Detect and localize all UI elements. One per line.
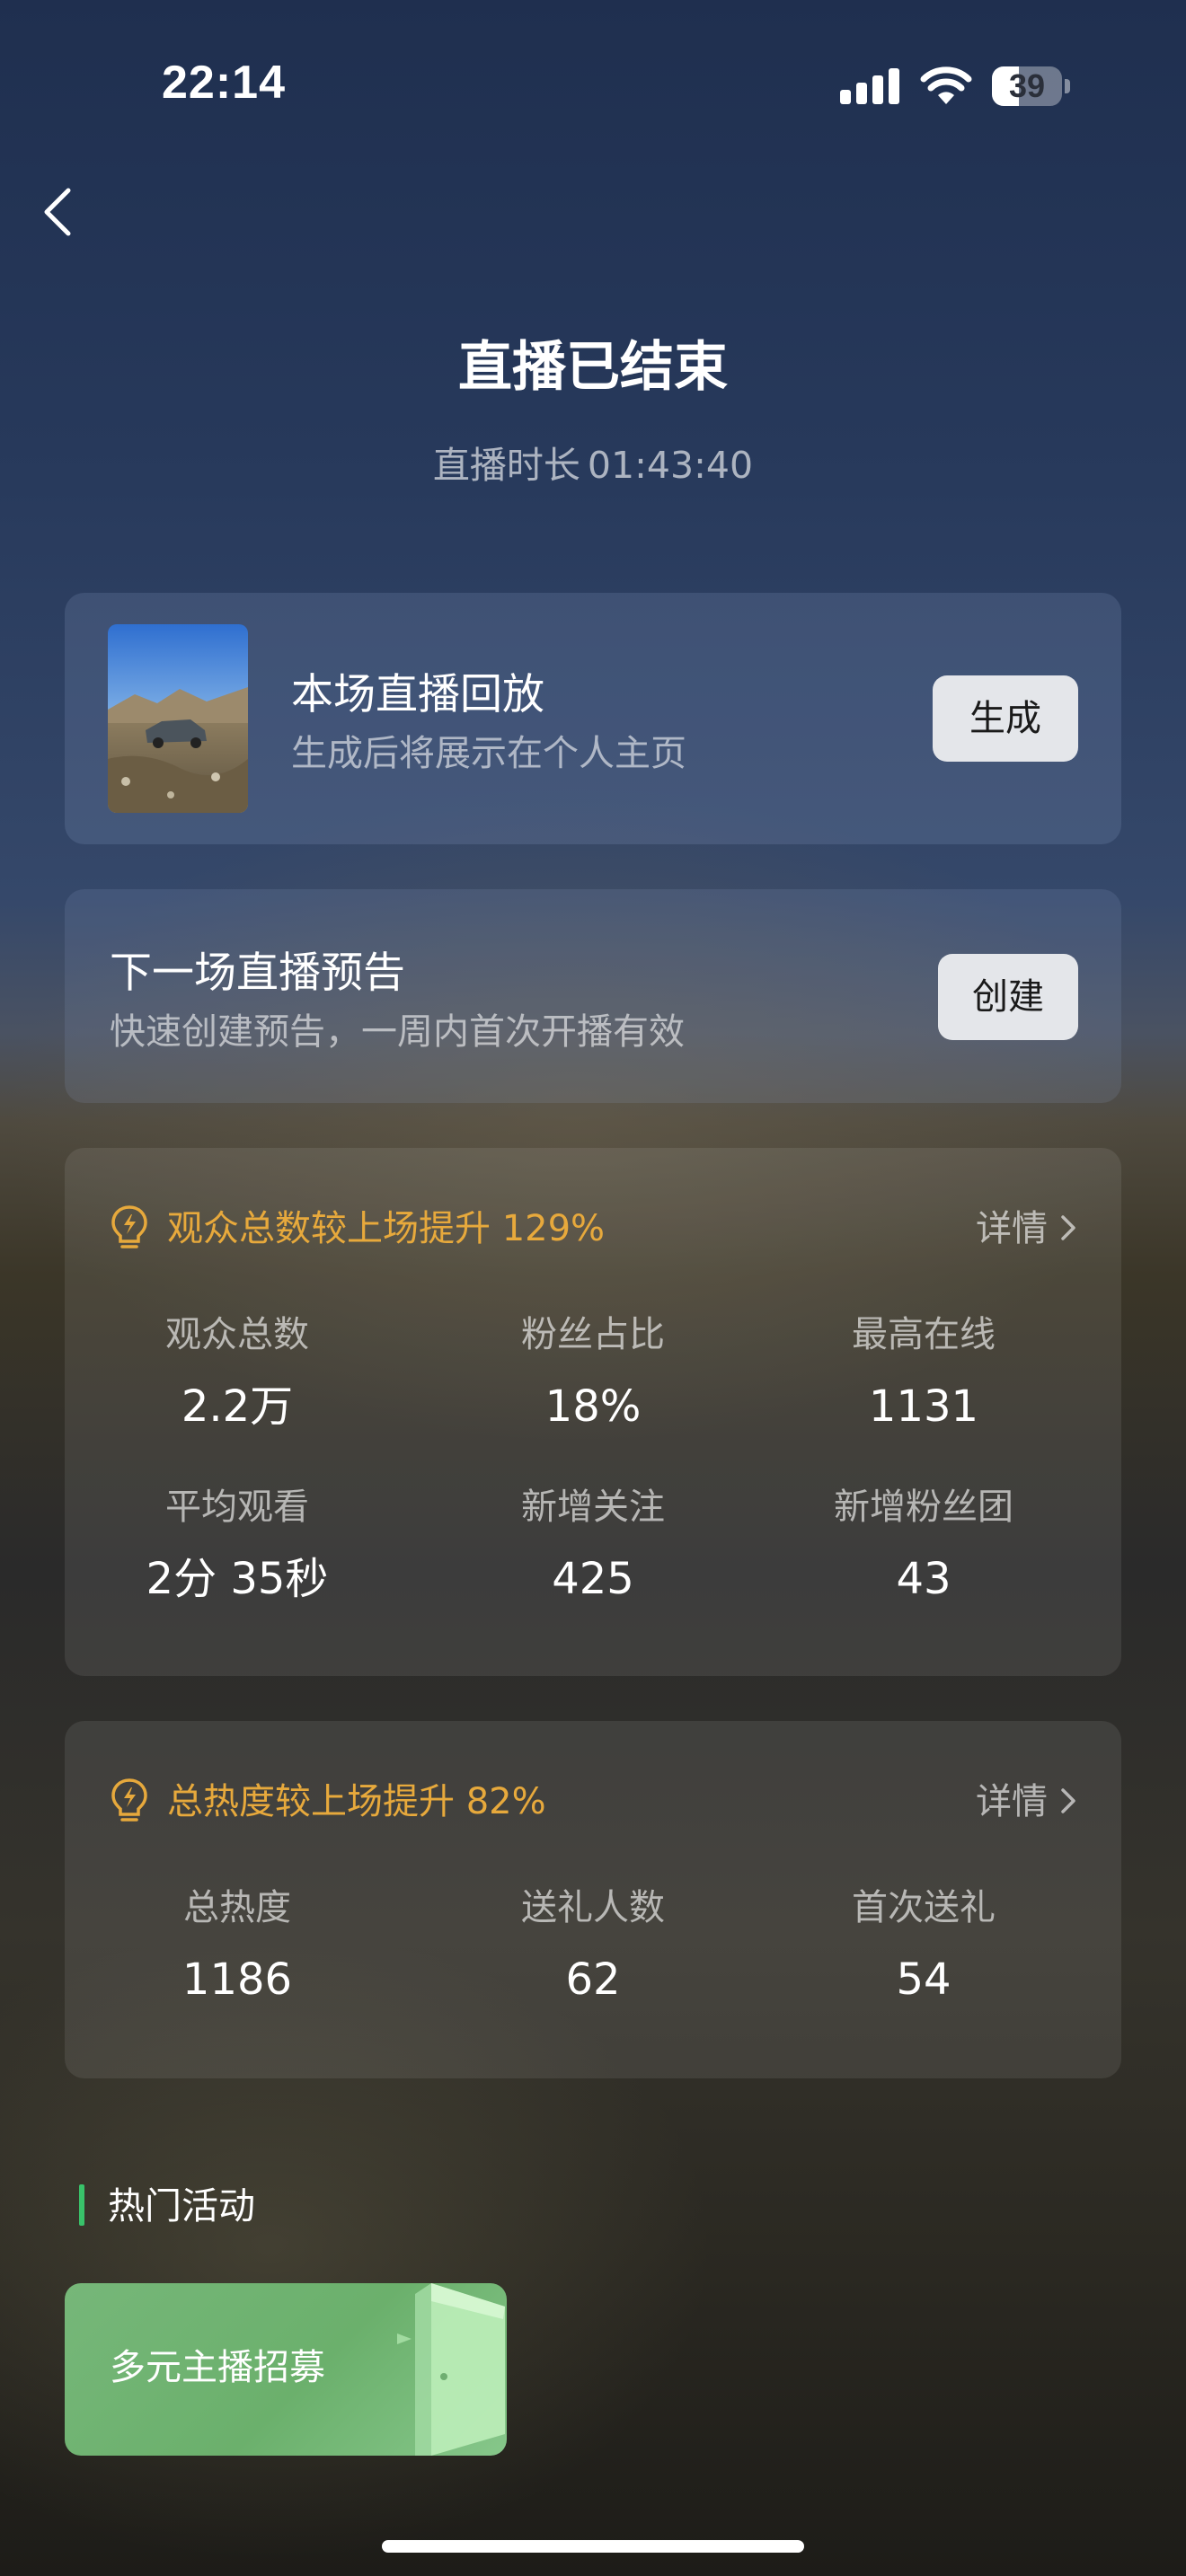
stat-label: 观众总数 [165,1314,309,1355]
replay-title: 本场直播回放 [291,670,544,719]
heat-insight-row: 总热度较上场提升 82% 详情 [108,1777,1078,1831]
preview-subtitle: 快速创建预告，一周内首次开播有效 [110,1011,685,1053]
stat-peak-online: 最高在线 1131 [758,1310,1089,1434]
audience-stats-card: 观众总数较上场提升 129% 详情 观众总数 2.2万 粉丝占比 18% 最高在… [65,1148,1121,1676]
create-preview-button[interactable]: 创建 [938,954,1078,1040]
activity-label: 多元主播招募 [110,2347,325,2388]
stat-value: 1186 [181,1954,293,2005]
page-title: 直播已结束 [458,336,728,399]
chevron-left-icon[interactable] [40,185,75,239]
audience-insight-row: 观众总数较上场提升 129% 详情 [108,1204,1078,1257]
stat-value: 18% [544,1381,642,1432]
duration-value: 01:43:40 [587,444,754,487]
chevron-right-icon [1061,1215,1075,1240]
stat-label: 首次送礼 [852,1887,996,1928]
stat-label: 新增粉丝团 [834,1486,1013,1528]
section-title-hot-activities: 热门活动 [108,2184,255,2228]
replay-subtitle: 生成后将展示在个人主页 [291,733,686,774]
stat-label: 粉丝占比 [521,1314,665,1355]
battery-level-text: 39 [1008,67,1046,104]
stat-new-follows: 新增关注 425 [428,1482,758,1606]
stat-first-gift: 首次送礼 54 [758,1883,1089,2007]
stat-label: 最高在线 [852,1314,996,1355]
audience-detail-link[interactable]: 详情 [976,1204,1078,1254]
generate-replay-button[interactable]: 生成 [933,675,1078,762]
live-duration: 直播时长 01:43:40 [0,435,1186,489]
preview-card: 下一场直播预告 快速创建预告，一周内首次开播有效 创建 [65,889,1121,1103]
audience-detail-label: 详情 [976,1208,1048,1249]
heat-stats-card: 总热度较上场提升 82% 详情 总热度 1186 送礼人数 62 首次送礼 54 [65,1721,1121,2078]
status-time: 22:14 [162,57,286,109]
preview-title: 下一场直播预告 [110,948,405,998]
duration-label: 直播时长 [432,444,580,487]
stat-value: 2.2万 [181,1381,294,1432]
heat-detail-link[interactable]: 详情 [976,1777,1078,1827]
section-accent-bar [79,2184,84,2226]
stat-label: 送礼人数 [521,1887,665,1928]
heat-detail-label: 详情 [976,1781,1048,1822]
stat-label: 平均观看 [165,1486,309,1528]
replay-thumbnail [108,624,248,813]
stat-value: 62 [565,1954,621,2005]
wifi-icon [920,66,972,104]
stat-total-viewers: 观众总数 2.2万 [72,1310,403,1434]
cellular-signal-icon [840,68,899,104]
stat-value: 43 [896,1554,951,1604]
stat-total-heat: 总热度 1186 [72,1883,403,2007]
heat-insight-text: 总热度较上场提升 82% [167,1781,546,1822]
stat-label: 总热度 [183,1887,291,1928]
door-icon [397,2283,505,2456]
replay-card: 本场直播回放 生成后将展示在个人主页 生成 [65,593,1121,844]
home-indicator [382,2540,804,2553]
stat-fan-ratio: 粉丝占比 18% [428,1310,758,1434]
stat-label: 新增关注 [521,1486,665,1528]
lightbulb-icon [111,1778,147,1822]
stat-new-fan-club: 新增粉丝团 43 [758,1482,1089,1606]
stat-value: 425 [552,1554,634,1604]
stat-gift-senders: 送礼人数 62 [428,1883,758,2007]
stat-avg-watch: 平均观看 2分 35秒 [72,1482,403,1606]
activity-card-recruitment[interactable]: 多元主播招募 [65,2283,507,2456]
chevron-right-icon [1061,1788,1075,1813]
stat-value: 54 [896,1954,951,2005]
stat-value: 1131 [868,1381,979,1432]
battery-icon: 39 [992,66,1071,106]
audience-insight-text: 观众总数较上场提升 129% [167,1208,606,1249]
stat-value: 2分 35秒 [146,1554,329,1604]
lightbulb-icon [111,1205,147,1248]
